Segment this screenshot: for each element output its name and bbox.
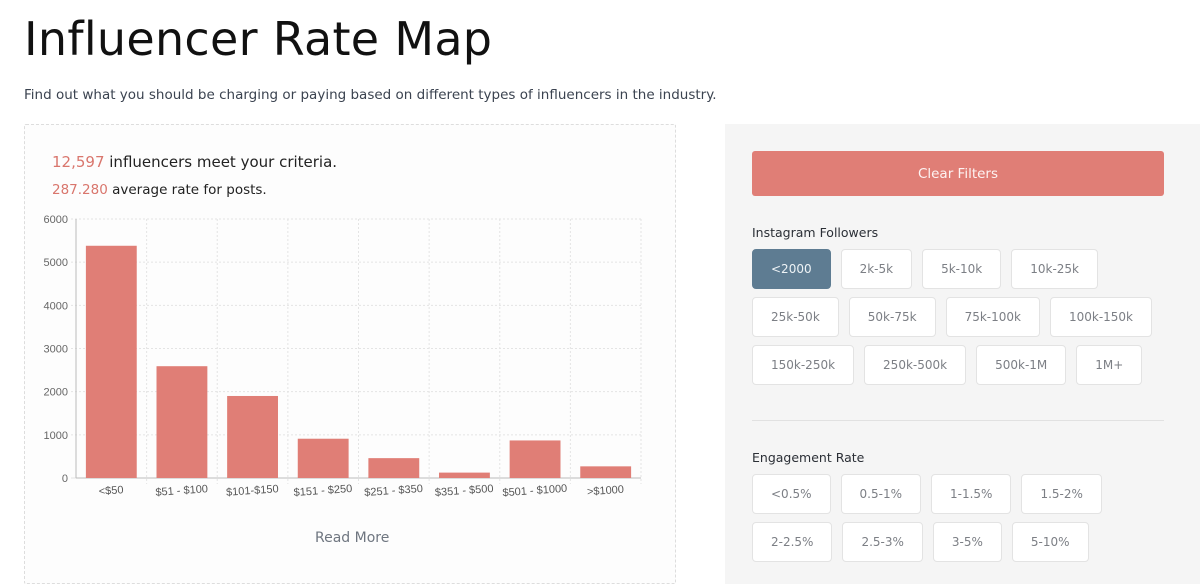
follower-filter-chip[interactable]: 10k-25k <box>1011 249 1099 289</box>
follower-filter-chip[interactable]: 150k-250k <box>752 345 855 385</box>
y-tick-label: 2000 <box>44 387 68 399</box>
y-tick-label: 1000 <box>44 430 68 442</box>
follower-filter-chip[interactable]: 75k-100k <box>945 297 1040 337</box>
engagement-filter-chip[interactable]: 3-5% <box>932 522 1002 562</box>
bar <box>368 458 420 478</box>
filter-panel: Clear Filters Instagram Followers <2000 2… <box>725 124 1200 584</box>
engagement-filter-chip[interactable]: 5-10% <box>1011 522 1089 562</box>
bar <box>509 440 561 478</box>
instagram-followers-label: Instagram Followers <box>752 225 879 240</box>
follower-filter-chip[interactable]: 500k-1M <box>976 345 1067 385</box>
bar <box>156 366 208 478</box>
follower-filter-chip[interactable]: 1M+ <box>1076 345 1143 385</box>
bar <box>227 395 278 478</box>
y-tick-label: 5000 <box>44 257 68 269</box>
engagement-rate-label: Engagement Rate <box>752 450 865 465</box>
engagement-filter-chip[interactable]: <0.5% <box>752 474 831 514</box>
engagement-filter-chip[interactable]: 1.5-2% <box>1021 474 1102 514</box>
x-tick-label: >$1000 <box>587 484 625 499</box>
y-tick-label: 6000 <box>44 214 68 226</box>
follower-filter-chip[interactable]: 2k-5k <box>840 249 913 289</box>
follower-filter-chip[interactable]: 5k-10k <box>922 249 1002 289</box>
x-tick-label: $501 - $1000 <box>502 483 568 499</box>
x-tick-label: $351 - $500 <box>435 483 494 499</box>
engagement-filter-chip[interactable]: 1-1.5% <box>931 474 1012 514</box>
x-tick-label: $251 - $350 <box>364 483 423 499</box>
follower-filter-chip[interactable]: 50k-75k <box>848 297 936 337</box>
y-tick-label: 0 <box>62 473 68 485</box>
engagement-filter-chip[interactable]: 2.5-3% <box>842 522 923 562</box>
follower-filter-chip[interactable]: 250k-500k <box>864 345 967 385</box>
follower-filter-group: <2000 2k-5k 5k-10k 10k-25k 25k-50k 50k-75k 75k… <box>752 249 1172 385</box>
bar <box>439 472 490 478</box>
clear-filters-button[interactable]: Clear Filters <box>752 151 1164 196</box>
x-tick-label: $101-$150 <box>226 483 279 499</box>
engagement-filter-group: <0.5% 0.5-1% 1-1.5% 1.5-2% 2-2.5% 2.5-3% 3-5% 5… <box>752 474 1172 562</box>
follower-filter-chip[interactable]: 25k-50k <box>752 297 839 337</box>
bar <box>297 438 349 478</box>
section-divider <box>752 420 1164 421</box>
x-tick-label: $51 - $100 <box>155 483 208 499</box>
page-title: Influencer Rate Map <box>24 12 493 66</box>
follower-filter-chip[interactable]: 100k-150k <box>1049 297 1153 337</box>
engagement-filter-chip[interactable]: 0.5-1% <box>840 474 921 514</box>
page-subtitle: Find out what you should be charging or … <box>24 87 717 103</box>
follower-filter-chip[interactable]: <2000 <box>752 249 831 289</box>
y-tick-label: 3000 <box>44 344 68 356</box>
bar <box>580 466 632 478</box>
read-more-link[interactable]: Read More <box>315 530 389 546</box>
engagement-filter-chip[interactable]: 2-2.5% <box>752 522 833 562</box>
chart-card: 12,597 influencers meet your criteria. 2… <box>24 124 676 584</box>
y-tick-label: 4000 <box>44 300 68 312</box>
x-tick-label: <$50 <box>98 484 124 498</box>
x-tick-label: $151 - $250 <box>293 483 352 499</box>
bar <box>85 245 137 478</box>
bar-chart: 0 1000 2000 3000 4000 5000 6000 <$50 $51 - $100 $… <box>44 214 642 499</box>
